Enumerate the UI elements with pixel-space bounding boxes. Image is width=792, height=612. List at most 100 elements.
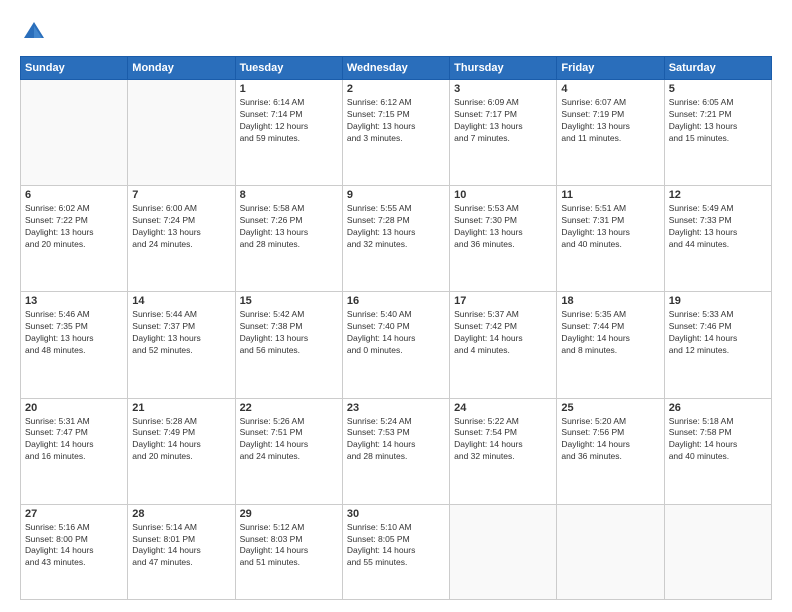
calendar-cell bbox=[557, 504, 664, 599]
calendar-cell: 21 Sunrise: 5:28 AMSunset: 7:49 PMDayligh… bbox=[128, 398, 235, 504]
calendar-cell: 26 Sunrise: 5:18 AMSunset: 7:58 PMDayligh… bbox=[664, 398, 771, 504]
day-number: 4 bbox=[561, 83, 659, 95]
cell-info: Sunrise: 5:12 AMSunset: 8:03 PMDaylight:… bbox=[240, 522, 338, 570]
weekday-header-row: SundayMondayTuesdayWednesdayThursdayFrid… bbox=[21, 57, 772, 80]
day-number: 18 bbox=[561, 295, 659, 307]
day-number: 19 bbox=[669, 295, 767, 307]
logo-icon bbox=[20, 18, 48, 46]
weekday-header-friday: Friday bbox=[557, 57, 664, 80]
weekday-header-saturday: Saturday bbox=[664, 57, 771, 80]
calendar-cell: 22Sunrise: 5:26 AMSunset: 7:51 PMDayligh… bbox=[235, 398, 342, 504]
calendar-cell: 13 Sunrise: 5:46 AMSunset: 7:35 PMDayligh… bbox=[21, 292, 128, 398]
day-number: 1 bbox=[240, 83, 338, 95]
calendar-cell: 4Sunrise: 6:07 AMSunset: 7:19 PMDaylight… bbox=[557, 80, 664, 186]
calendar-cell: 24 Sunrise: 5:22 AMSunset: 7:54 PMDayligh… bbox=[450, 398, 557, 504]
cell-info: Sunrise: 5:51 AMSunset: 7:31 PMDaylight:… bbox=[561, 203, 659, 251]
cell-info: Sunrise: 5:16 AMSunset: 8:00 PMDaylight:… bbox=[25, 522, 123, 570]
calendar-cell: 18 Sunrise: 5:35 AMSunset: 7:44 PMDayligh… bbox=[557, 292, 664, 398]
logo bbox=[20, 18, 52, 46]
calendar-cell: 25 Sunrise: 5:20 AMSunset: 7:56 PMDayligh… bbox=[557, 398, 664, 504]
calendar-cell: 20 Sunrise: 5:31 AMSunset: 7:47 PMDayligh… bbox=[21, 398, 128, 504]
cell-info: Sunrise: 5:31 AMSunset: 7:47 PMDaylight:… bbox=[25, 416, 123, 464]
cell-info: Sunrise: 5:55 AMSunset: 7:28 PMDaylight:… bbox=[347, 203, 445, 251]
weekday-header-sunday: Sunday bbox=[21, 57, 128, 80]
calendar-cell: 12 Sunrise: 5:49 AMSunset: 7:33 PMDayligh… bbox=[664, 186, 771, 292]
calendar-cell: 15 Sunrise: 5:42 AMSunset: 7:38 PMDayligh… bbox=[235, 292, 342, 398]
day-number: 17 bbox=[454, 295, 552, 307]
day-number: 22 bbox=[240, 402, 338, 414]
calendar-cell: 27Sunrise: 5:16 AMSunset: 8:00 PMDayligh… bbox=[21, 504, 128, 599]
day-number: 15 bbox=[240, 295, 338, 307]
cell-info: Sunrise: 5:40 AMSunset: 7:40 PMDaylight:… bbox=[347, 309, 445, 357]
calendar-cell: 28 Sunrise: 5:14 AMSunset: 8:01 PMDayligh… bbox=[128, 504, 235, 599]
cell-info: Sunrise: 6:14 AMSunset: 7:14 PMDaylight:… bbox=[240, 97, 338, 145]
calendar-cell: 29 Sunrise: 5:12 AMSunset: 8:03 PMDayligh… bbox=[235, 504, 342, 599]
day-number: 16 bbox=[347, 295, 445, 307]
calendar-cell: 9 Sunrise: 5:55 AMSunset: 7:28 PMDaylight… bbox=[342, 186, 449, 292]
calendar-cell: 3 Sunrise: 6:09 AMSunset: 7:17 PMDaylight… bbox=[450, 80, 557, 186]
day-number: 13 bbox=[25, 295, 123, 307]
page: SundayMondayTuesdayWednesdayThursdayFrid… bbox=[0, 0, 792, 612]
day-number: 26 bbox=[669, 402, 767, 414]
calendar-cell: 14Sunrise: 5:44 AMSunset: 7:37 PMDayligh… bbox=[128, 292, 235, 398]
calendar-cell bbox=[128, 80, 235, 186]
cell-info: Sunrise: 5:49 AMSunset: 7:33 PMDaylight:… bbox=[669, 203, 767, 251]
cell-info: Sunrise: 6:02 AMSunset: 7:22 PMDaylight:… bbox=[25, 203, 123, 251]
weekday-header-monday: Monday bbox=[128, 57, 235, 80]
calendar-cell: 16 Sunrise: 5:40 AMSunset: 7:40 PMDayligh… bbox=[342, 292, 449, 398]
cell-info: Sunrise: 6:12 AMSunset: 7:15 PMDaylight:… bbox=[347, 97, 445, 145]
cell-info: Sunrise: 5:42 AMSunset: 7:38 PMDaylight:… bbox=[240, 309, 338, 357]
calendar-cell bbox=[21, 80, 128, 186]
calendar-week-3: 13 Sunrise: 5:46 AMSunset: 7:35 PMDayligh… bbox=[21, 292, 772, 398]
cell-info: Sunrise: 5:20 AMSunset: 7:56 PMDaylight:… bbox=[561, 416, 659, 464]
cell-info: Sunrise: 5:58 AMSunset: 7:26 PMDaylight:… bbox=[240, 203, 338, 251]
cell-info: Sunrise: 5:46 AMSunset: 7:35 PMDaylight:… bbox=[25, 309, 123, 357]
calendar-cell: 8Sunrise: 5:58 AMSunset: 7:26 PMDaylight… bbox=[235, 186, 342, 292]
calendar-cell: 10Sunrise: 5:53 AMSunset: 7:30 PMDayligh… bbox=[450, 186, 557, 292]
calendar-cell: 17 Sunrise: 5:37 AMSunset: 7:42 PMDayligh… bbox=[450, 292, 557, 398]
day-number: 2 bbox=[347, 83, 445, 95]
cell-info: Sunrise: 6:09 AMSunset: 7:17 PMDaylight:… bbox=[454, 97, 552, 145]
day-number: 6 bbox=[25, 189, 123, 201]
calendar-header: SundayMondayTuesdayWednesdayThursdayFrid… bbox=[21, 57, 772, 80]
header bbox=[20, 18, 772, 46]
day-number: 9 bbox=[347, 189, 445, 201]
cell-info: Sunrise: 5:10 AMSunset: 8:05 PMDaylight:… bbox=[347, 522, 445, 570]
cell-info: Sunrise: 5:33 AMSunset: 7:46 PMDaylight:… bbox=[669, 309, 767, 357]
day-number: 23 bbox=[347, 402, 445, 414]
cell-info: Sunrise: 5:22 AMSunset: 7:54 PMDaylight:… bbox=[454, 416, 552, 464]
calendar-cell: 2 Sunrise: 6:12 AMSunset: 7:15 PMDaylight… bbox=[342, 80, 449, 186]
calendar-cell: 5 Sunrise: 6:05 AMSunset: 7:21 PMDaylight… bbox=[664, 80, 771, 186]
calendar-cell: 23 Sunrise: 5:24 AMSunset: 7:53 PMDayligh… bbox=[342, 398, 449, 504]
day-number: 3 bbox=[454, 83, 552, 95]
calendar-cell: 11Sunrise: 5:51 AMSunset: 7:31 PMDayligh… bbox=[557, 186, 664, 292]
cell-info: Sunrise: 5:18 AMSunset: 7:58 PMDaylight:… bbox=[669, 416, 767, 464]
cell-info: Sunrise: 5:28 AMSunset: 7:49 PMDaylight:… bbox=[132, 416, 230, 464]
cell-info: Sunrise: 5:14 AMSunset: 8:01 PMDaylight:… bbox=[132, 522, 230, 570]
calendar-week-2: 6 Sunrise: 6:02 AMSunset: 7:22 PMDaylight… bbox=[21, 186, 772, 292]
calendar-week-1: 1 Sunrise: 6:14 AMSunset: 7:14 PMDaylight… bbox=[21, 80, 772, 186]
day-number: 21 bbox=[132, 402, 230, 414]
day-number: 12 bbox=[669, 189, 767, 201]
cell-info: Sunrise: 5:44 AMSunset: 7:37 PMDaylight:… bbox=[132, 309, 230, 357]
calendar-week-4: 20 Sunrise: 5:31 AMSunset: 7:47 PMDayligh… bbox=[21, 398, 772, 504]
day-number: 24 bbox=[454, 402, 552, 414]
cell-info: Sunrise: 6:05 AMSunset: 7:21 PMDaylight:… bbox=[669, 97, 767, 145]
calendar-cell: 19 Sunrise: 5:33 AMSunset: 7:46 PMDayligh… bbox=[664, 292, 771, 398]
day-number: 5 bbox=[669, 83, 767, 95]
cell-info: Sunrise: 5:35 AMSunset: 7:44 PMDaylight:… bbox=[561, 309, 659, 357]
calendar-cell: 6 Sunrise: 6:02 AMSunset: 7:22 PMDaylight… bbox=[21, 186, 128, 292]
weekday-header-tuesday: Tuesday bbox=[235, 57, 342, 80]
cell-info: Sunrise: 5:37 AMSunset: 7:42 PMDaylight:… bbox=[454, 309, 552, 357]
weekday-header-wednesday: Wednesday bbox=[342, 57, 449, 80]
calendar-cell: 7 Sunrise: 6:00 AMSunset: 7:24 PMDaylight… bbox=[128, 186, 235, 292]
day-number: 29 bbox=[240, 508, 338, 520]
day-number: 28 bbox=[132, 508, 230, 520]
day-number: 25 bbox=[561, 402, 659, 414]
day-number: 20 bbox=[25, 402, 123, 414]
day-number: 7 bbox=[132, 189, 230, 201]
cell-info: Sunrise: 5:53 AMSunset: 7:30 PMDaylight:… bbox=[454, 203, 552, 251]
cell-info: Sunrise: 5:24 AMSunset: 7:53 PMDaylight:… bbox=[347, 416, 445, 464]
calendar-body: 1 Sunrise: 6:14 AMSunset: 7:14 PMDaylight… bbox=[21, 80, 772, 600]
cell-info: Sunrise: 6:00 AMSunset: 7:24 PMDaylight:… bbox=[132, 203, 230, 251]
